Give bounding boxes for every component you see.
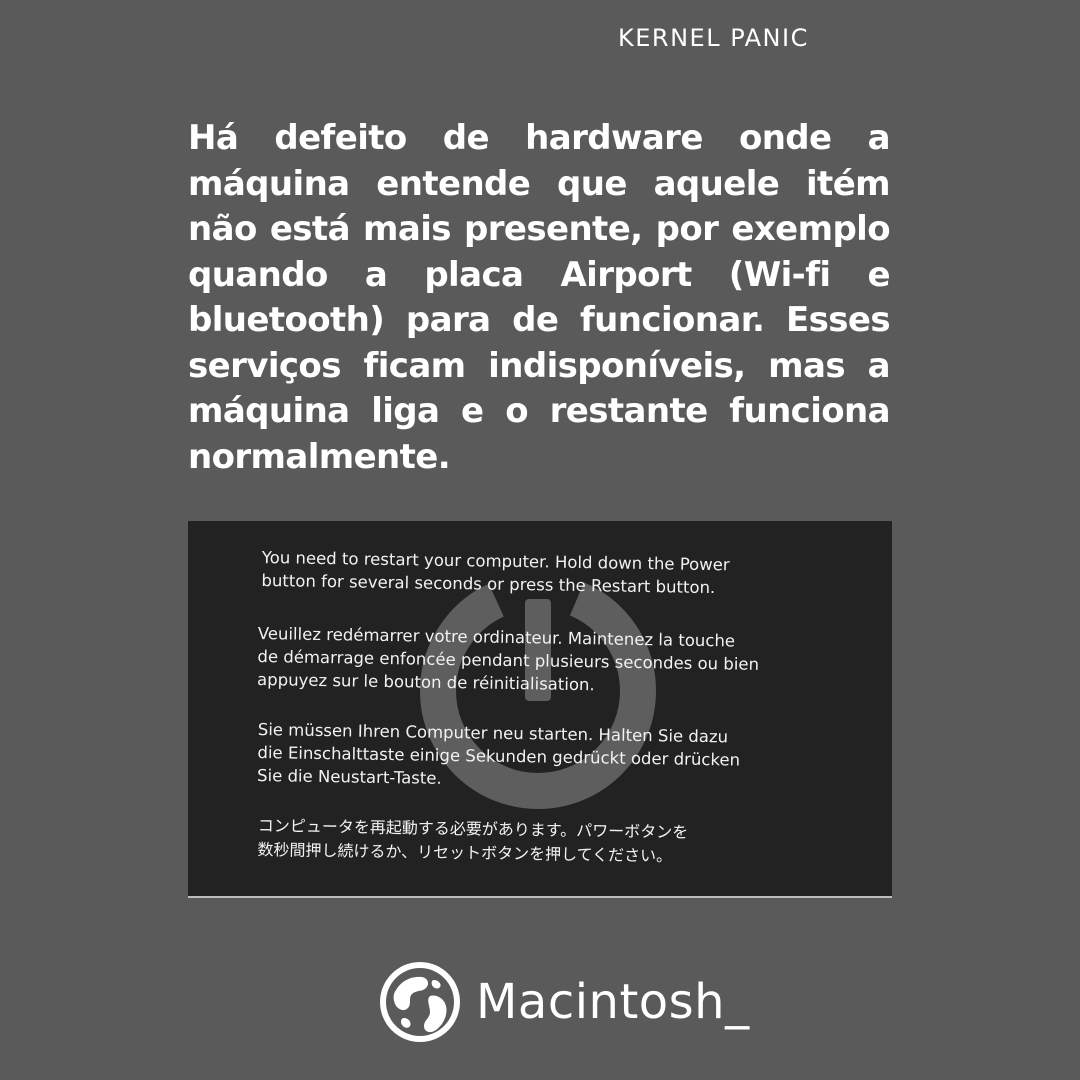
body-paragraph: Há defeito de hardware onde a máquina en… (188, 118, 891, 477)
panic-message-german: Sie müssen Ihren Computer neu starten. H… (256, 719, 741, 788)
panic-message-english: You need to restart your computer. Hold … (261, 547, 730, 598)
section-label: KERNEL PANIC (618, 24, 809, 52)
kernel-panic-screenshot: You need to restart your computer. Hold … (188, 521, 892, 898)
brand-name: Macintosh_ (476, 974, 750, 1030)
brand-logo: Macintosh_ (378, 960, 750, 1044)
panic-message-japanese: コンピュータを再起動する必要があります。パワーボタンを 数秒間押し続けるか、リセ… (257, 815, 689, 866)
panic-message-french: Veuillez redémarrer votre ordinateur. Ma… (256, 623, 760, 695)
globe-icon (380, 962, 460, 1042)
